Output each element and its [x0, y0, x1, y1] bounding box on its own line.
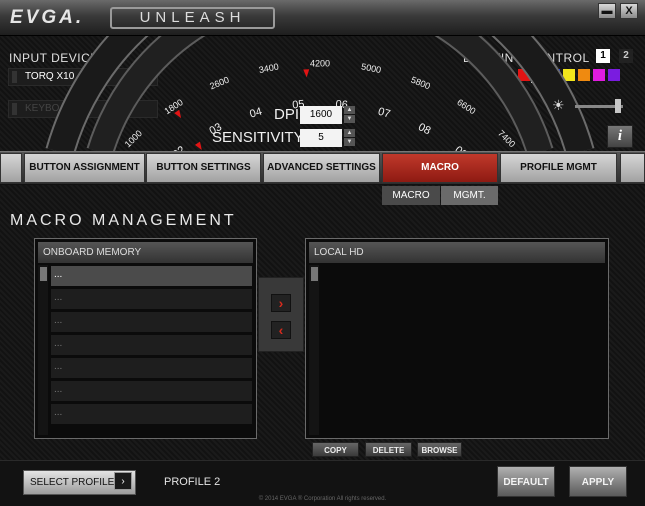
tab-button-settings[interactable]: BUTTON SETTINGS	[146, 153, 261, 183]
tab-advanced-settings[interactable]: ADVANCED SETTINGS	[263, 153, 380, 183]
sensitivity-scale-label: 07	[377, 106, 392, 121]
sensitivity-up-arrow-icon[interactable]: ▲	[344, 129, 355, 137]
copyright-text: © 2014 EVGA ® Corporation All rights res…	[258, 496, 387, 502]
browse-button[interactable]: BROWSE	[417, 442, 462, 457]
delete-button[interactable]: DELETE	[365, 442, 412, 457]
sensitivity-down-arrow-icon[interactable]: ▼	[344, 138, 355, 146]
sensitivity-scale-label: 04	[248, 106, 263, 121]
subtab-mgmt[interactable]: MGMT.	[441, 186, 498, 205]
macro-slot[interactable]: ...	[51, 381, 252, 401]
evga-logo: EVGA.	[10, 7, 85, 28]
dpi-scale-label: 1000	[123, 128, 144, 149]
select-profile-arrow-icon[interactable]: ›	[114, 472, 132, 490]
tab-profile-mgmt[interactable]: PROFILE MGMT	[500, 153, 617, 183]
dpi-down-arrow-icon[interactable]: ▼	[344, 115, 355, 123]
tab-button-assignment[interactable]: BUTTON ASSIGNMENT	[24, 153, 145, 183]
onboard-memory-panel: ONBOARD MEMORY .....................	[34, 238, 257, 439]
app-window: EVGA. UNLEASH ▬ X INPUT DEVICE TORQ X10 …	[0, 0, 645, 506]
apply-button[interactable]: APPLY	[569, 466, 627, 497]
local-hd-scrollbar-thumb[interactable]	[311, 267, 318, 281]
move-right-arrow-icon[interactable]: ›	[271, 294, 291, 312]
onboard-memory-header: ONBOARD MEMORY	[38, 242, 253, 263]
default-button[interactable]: DEFAULT	[497, 466, 555, 497]
dpi-scale-label: 3400	[258, 61, 280, 75]
dpi-up-arrow-icon[interactable]: ▲	[344, 106, 355, 114]
subtab-macro[interactable]: MACRO	[382, 186, 440, 205]
sensitivity-label: SENSITIVITY	[212, 129, 304, 146]
info-button[interactable]: i	[607, 125, 633, 148]
dpi-scale-label: 4200	[310, 58, 330, 68]
brightness-sun-icon: ☀	[552, 97, 565, 113]
copy-button[interactable]: COPY	[312, 442, 359, 457]
macro-slot[interactable]: ...	[51, 312, 252, 332]
dpi-label: DPI	[274, 106, 300, 123]
tab-macro[interactable]: MACRO	[382, 153, 498, 183]
local-hd-header: LOCAL HD	[309, 242, 605, 263]
dpi-scale-label: 2600	[208, 75, 230, 92]
transfer-controls: › ‹	[258, 277, 304, 352]
move-left-arrow-icon[interactable]: ‹	[271, 321, 291, 339]
title-bar: EVGA. UNLEASH ▬ X	[0, 0, 645, 36]
dpi-scale-label: 1800	[163, 97, 185, 116]
macro-slot[interactable]: ...	[51, 335, 252, 355]
local-hd-panel: LOCAL HD	[305, 238, 609, 439]
page-title: MACRO MANAGEMENT	[10, 212, 237, 229]
dpi-input[interactable]: 1600	[300, 106, 342, 124]
tab-left-edge	[0, 153, 22, 183]
brightness-slider-knob[interactable]	[615, 99, 622, 113]
macro-slot[interactable]: ...	[51, 404, 252, 424]
unleash-logo: UNLEASH	[110, 7, 275, 29]
local-hd-scrollbar[interactable]	[309, 265, 319, 435]
close-button[interactable]: X	[620, 3, 638, 19]
sensitivity-scale-label: 08	[416, 121, 432, 137]
onboard-scrollbar-thumb[interactable]	[40, 267, 47, 281]
minimize-button[interactable]: ▬	[598, 3, 616, 19]
dial-marker-icon[interactable]	[303, 69, 310, 78]
onboard-scrollbar[interactable]	[38, 265, 48, 435]
dpi-scale-label: 7400	[496, 128, 517, 149]
macro-slot[interactable]: ...	[51, 289, 252, 309]
tab-overflow	[620, 153, 645, 183]
sensitivity-input[interactable]: 5	[300, 129, 342, 147]
macro-slot[interactable]: ...	[51, 266, 252, 286]
dpi-scale-label: 5000	[360, 61, 382, 75]
current-profile-label: PROFILE 2	[164, 476, 221, 488]
macro-slot[interactable]: ...	[51, 358, 252, 378]
dpi-scale-label: 6600	[455, 97, 477, 116]
dpi-scale-label: 5800	[409, 75, 431, 92]
